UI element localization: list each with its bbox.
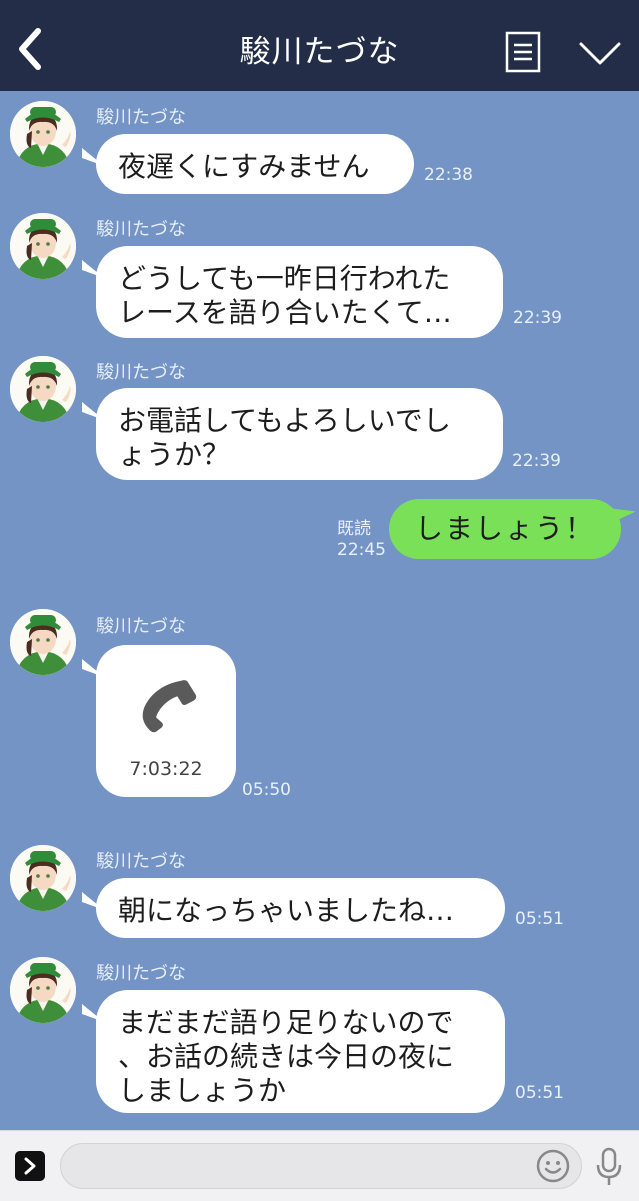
avatar[interactable] — [10, 101, 76, 167]
chat-title: 駿川たづな — [239, 34, 400, 70]
smiley-icon[interactable] — [535, 1148, 571, 1184]
message-bubble[interactable]: まだまだ語り足りないので 、お話の続きは今日の夜に しましょうか — [96, 990, 505, 1113]
message-time: 22:38 — [424, 165, 473, 185]
sender-name: 駿川たづな — [96, 362, 186, 383]
message-bubble[interactable]: 朝になっちゃいましたね… — [96, 878, 505, 938]
chevron-down-icon[interactable] — [578, 40, 622, 68]
sender-name: 駿川たづな — [96, 219, 186, 240]
sender-name: 駿川たづな — [96, 851, 186, 872]
message-time: 22:39 — [513, 308, 562, 328]
message-time: 22:39 — [512, 451, 561, 471]
chevron-right-icon[interactable] — [15, 1151, 45, 1181]
message-time: 05:50 — [242, 780, 291, 800]
message-time: 05:51 — [515, 909, 564, 929]
sender-name: 駿川たづな — [96, 107, 186, 128]
phone-icon — [142, 680, 197, 733]
list-icon[interactable] — [505, 31, 541, 73]
message-time: 22:45 — [337, 540, 386, 560]
sender-name: 駿川たづな — [96, 616, 186, 637]
outgoing-message-bubble[interactable]: しましょう！ — [389, 499, 621, 559]
message-bubble[interactable]: 夜遅くにすみません — [96, 134, 414, 194]
avatar[interactable] — [10, 213, 76, 279]
sender-name: 駿川たづな — [96, 963, 186, 984]
message-time: 05:51 — [515, 1083, 564, 1103]
message-input[interactable] — [60, 1143, 582, 1189]
avatar[interactable] — [10, 957, 76, 1023]
message-bubble[interactable]: どうしても一昨日行われた レースを語り合いたくて… — [96, 246, 503, 338]
input-bar — [0, 1130, 639, 1201]
message-bubble[interactable]: お電話してもよろしいでし ょうか？ — [96, 388, 503, 480]
avatar[interactable] — [10, 609, 76, 675]
avatar[interactable] — [10, 356, 76, 422]
read-label: 既読 — [337, 519, 371, 539]
call-bubble[interactable]: 7:03:22 — [96, 645, 236, 797]
chat-header: 駿川たづな — [0, 0, 639, 91]
call-duration: 7:03:22 — [129, 758, 203, 780]
avatar[interactable] — [10, 845, 76, 911]
read-receipt: 既読 22:45 — [337, 519, 386, 561]
microphone-icon[interactable] — [595, 1147, 623, 1187]
